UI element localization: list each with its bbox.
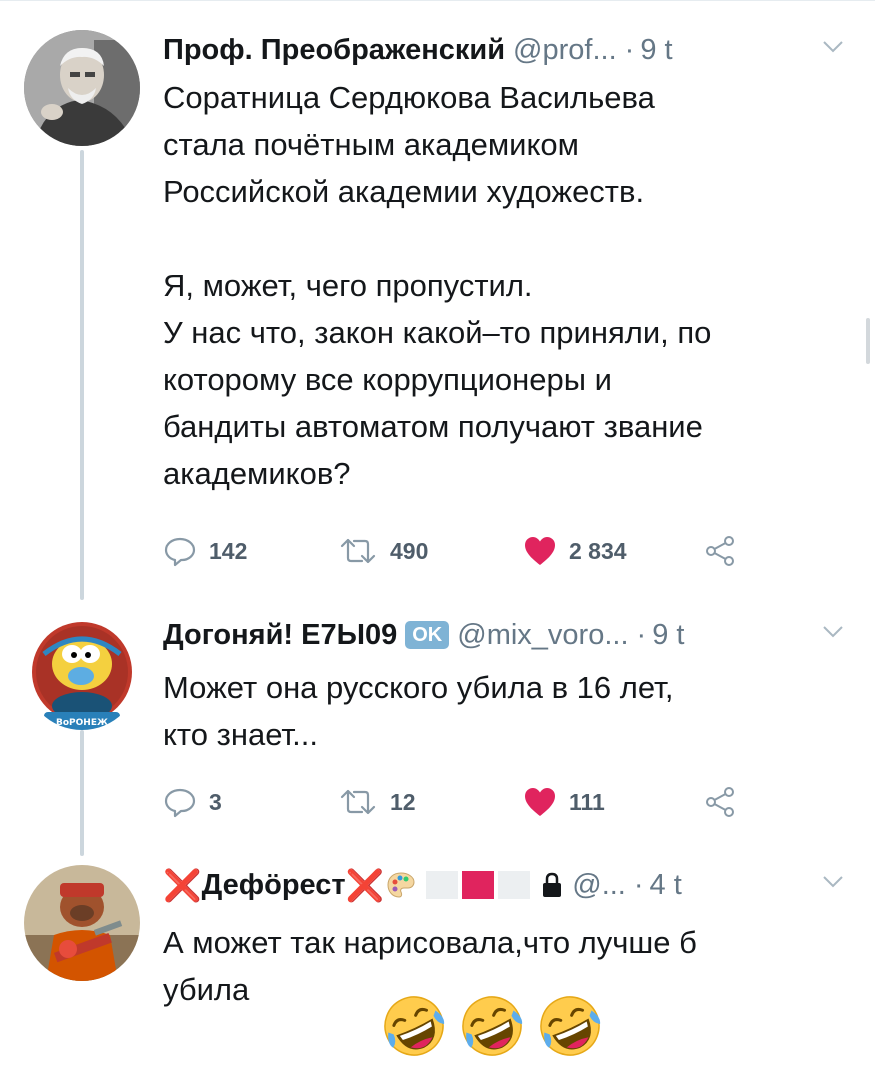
- separator: ·: [624, 33, 635, 66]
- display-name[interactable]: Догоняй! Е7Ы09: [163, 619, 397, 652]
- reply-icon: [164, 788, 196, 818]
- flag-red-stripe: [462, 871, 495, 899]
- retweet-icon: [340, 538, 376, 564]
- red-x-icon: ❌: [345, 867, 385, 903]
- text-line: А может так нарисовала,что лучше б: [163, 925, 697, 960]
- tweet-actions: 3 12 111: [163, 782, 783, 822]
- chevron-down-icon[interactable]: [821, 871, 845, 893]
- tweet-actions: 142 490 2 834: [163, 531, 783, 571]
- handle[interactable]: @mix_voro...: [457, 619, 628, 652]
- heart-icon: [525, 788, 555, 816]
- rolling-on-floor-laughing-icon: [540, 996, 601, 1056]
- retweet-count: 12: [390, 788, 416, 815]
- separator: ·: [633, 868, 644, 901]
- avatar[interactable]: [24, 865, 140, 981]
- timestamp[interactable]: 9 t: [640, 34, 672, 67]
- avatar-image: [24, 30, 140, 146]
- rolling-on-floor-laughing-icon: [384, 996, 445, 1056]
- avatar[interactable]: ВоРОНЕЖ: [24, 614, 140, 730]
- handle[interactable]: @prof...: [513, 34, 617, 67]
- retweet-count: 490: [390, 537, 429, 564]
- reply-button[interactable]: 142: [163, 531, 247, 571]
- text-line: стала почётным академиком: [163, 127, 579, 162]
- tweet-text: Соратница Сердюкова Васильева стала почё…: [163, 74, 853, 497]
- reply-count: 3: [209, 788, 222, 815]
- chevron-down-icon[interactable]: [821, 36, 845, 58]
- share-icon: [706, 787, 734, 817]
- text-line: Соратница Сердюкова Васильева: [163, 80, 655, 115]
- retweet-button[interactable]: 490: [338, 531, 428, 571]
- share-button[interactable]: [703, 531, 737, 571]
- red-x-icon: ❌: [163, 867, 202, 903]
- avatar-caption: ВоРОНЕЖ: [56, 718, 108, 728]
- avatar-image: [24, 865, 140, 981]
- text-line: бандиты автоматом получают звание: [163, 409, 703, 444]
- display-name[interactable]: Проф. Преображенский: [163, 34, 505, 67]
- chevron-down-icon[interactable]: [821, 621, 845, 643]
- text-line: У нас что, закон какой–то приняли, по: [163, 315, 712, 350]
- tweet-header: Проф. Преображенский @prof... · 9 t: [163, 30, 845, 70]
- tweet-header: Догоняй! Е7Ы09 OK @mix_voro... · 9 t: [163, 615, 845, 655]
- like-button[interactable]: 2 834: [523, 531, 627, 571]
- flag-white-stripe: [498, 871, 531, 899]
- display-name[interactable]: Дефӧрест: [202, 869, 346, 902]
- timestamp[interactable]: 9 t: [652, 619, 684, 652]
- reply-count: 142: [209, 537, 248, 564]
- reply-button[interactable]: 3: [163, 782, 222, 822]
- like-button[interactable]: 111: [523, 782, 605, 822]
- ok-badge: OK: [405, 621, 450, 649]
- text-line: Российской академии художеств.: [163, 174, 645, 209]
- share-button[interactable]: [703, 782, 737, 822]
- text-line: Я, может, чего пропустил.: [163, 268, 533, 303]
- retweet-icon: [340, 789, 376, 815]
- tweet-header: ❌ Дефӧрест ❌ @... · 4 t: [163, 865, 845, 905]
- heart-icon: [525, 537, 555, 565]
- text-line: которому все коррупционеры и: [163, 362, 612, 397]
- tweet[interactable]: ВоРОНЕЖ Догоняй! Е7Ы09 OK @mix_voro... ·…: [0, 600, 875, 855]
- text-line: [163, 215, 853, 262]
- flag-white-stripe: [426, 871, 459, 899]
- separator: ·: [636, 618, 647, 651]
- lock-icon: [543, 872, 562, 897]
- avatar-image: ВоРОНЕЖ: [24, 614, 140, 730]
- timestamp[interactable]: 4 t: [650, 869, 682, 902]
- retweet-button[interactable]: 12: [338, 782, 416, 822]
- emoji-row: [380, 993, 610, 1059]
- like-count: 111: [569, 788, 605, 815]
- tweet[interactable]: Проф. Преображенский @prof... · 9 t Сора…: [0, 0, 875, 600]
- share-icon: [706, 536, 734, 566]
- handle[interactable]: @...: [572, 869, 626, 902]
- rolling-on-floor-laughing-icon: [462, 996, 523, 1056]
- artist-palette-icon: [387, 872, 415, 898]
- text-line: кто знает...: [163, 717, 318, 752]
- text-line: Может она русского убила в 16 лет,: [163, 670, 674, 705]
- like-count: 2 834: [569, 537, 627, 564]
- reply-icon: [164, 537, 196, 567]
- avatar[interactable]: [24, 30, 140, 146]
- text-line: академиков?: [163, 456, 351, 491]
- tweet-text: Может она русского убила в 16 лет, кто з…: [163, 664, 853, 758]
